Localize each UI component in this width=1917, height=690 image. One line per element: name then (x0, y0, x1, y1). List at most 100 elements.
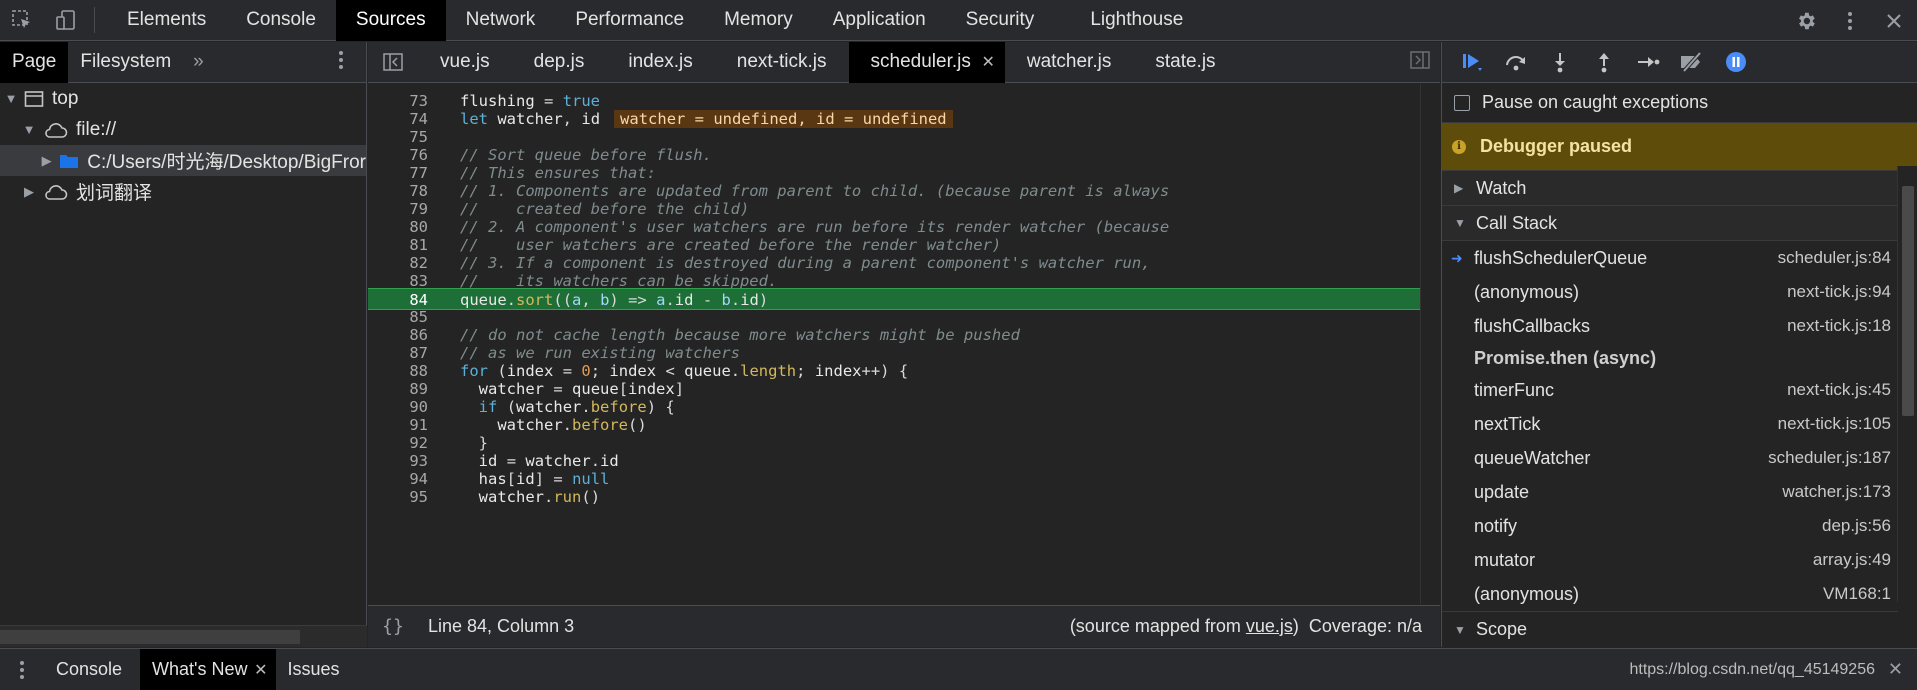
more-options-icon[interactable] (1835, 6, 1865, 36)
pause-on-caught-exceptions[interactable]: Pause on caught exceptions (1442, 83, 1917, 123)
file-navigator: Page Filesystem » ▼ top ▼ file:// ▶ C:/U… (0, 41, 367, 647)
frame-function-name: (anonymous) (1474, 281, 1580, 302)
file-tab-vue[interactable]: vue.js (418, 42, 512, 83)
tree-item-file[interactable]: ▼ file:// (0, 114, 366, 145)
source-map-suffix: ) (1292, 616, 1299, 636)
file-tab-state[interactable]: state.js (1133, 42, 1237, 83)
watch-section-header[interactable]: ▶ Watch (1442, 171, 1917, 206)
inspect-element-icon[interactable] (0, 0, 44, 41)
source-map-link[interactable]: vue.js (1246, 616, 1293, 636)
frame-location[interactable]: scheduler.js:187 (1768, 448, 1891, 468)
debugger-vertical-scrollbar[interactable] (1897, 166, 1917, 602)
tab-security[interactable]: Security (946, 0, 1071, 41)
expanded-arrow-icon[interactable]: ▼ (4, 91, 18, 106)
collapsed-arrow-icon[interactable]: ▶ (22, 184, 36, 200)
step-over-icon[interactable] (1494, 42, 1538, 83)
call-frame[interactable]: queueWatcher scheduler.js:187 (1442, 441, 1917, 475)
file-tab-index[interactable]: index.js (606, 42, 714, 83)
frame-location[interactable]: next-tick.js:105 (1778, 414, 1891, 434)
call-frame[interactable]: ➜ flushSchedulerQueue scheduler.js:84 (1442, 241, 1917, 275)
step-into-icon[interactable] (1538, 42, 1582, 83)
tab-sources[interactable]: Sources (335, 0, 446, 41)
call-frame[interactable]: mutator array.js:49 (1442, 543, 1917, 577)
file-tab-watcher[interactable]: watcher.js (1005, 42, 1133, 83)
toggle-debugger-icon[interactable] (1410, 50, 1430, 74)
scope-section-header[interactable]: ▼ Scope (1442, 611, 1898, 647)
navigator-menu-icon[interactable] (316, 50, 366, 75)
navigator-tabs: Page Filesystem » (0, 41, 366, 83)
close-tab-icon[interactable]: ✕ (981, 52, 994, 72)
file-tab-scheduler[interactable]: scheduler.js ✕ (848, 41, 1005, 83)
frame-location[interactable]: dep.js:56 (1822, 516, 1891, 536)
frame-function-name: Promise.then (async) (1474, 347, 1657, 368)
call-stack-list: ➜ flushSchedulerQueue scheduler.js:84 (anon… (1442, 241, 1917, 611)
close-tab-icon[interactable]: ✕ (254, 660, 267, 680)
frame-location[interactable]: VM168:1 (1823, 584, 1891, 604)
call-frame[interactable]: flushCallbacks next-tick.js:18 (1442, 309, 1917, 343)
async-separator: Promise.then (async) (1442, 343, 1917, 373)
frame-location[interactable]: next-tick.js:94 (1787, 282, 1891, 302)
frame-function-name: (anonymous) (1474, 583, 1580, 604)
resume-icon[interactable] (1450, 42, 1494, 83)
frame-location[interactable]: array.js:49 (1813, 550, 1891, 570)
step-icon[interactable] (1626, 42, 1670, 83)
navigator-horizontal-scrollbar[interactable] (0, 625, 367, 647)
tree-item-top[interactable]: ▼ top (0, 83, 366, 114)
drawer-tab-console[interactable]: Console (44, 649, 140, 690)
device-toggle-icon[interactable] (44, 0, 88, 41)
tree-item-folder[interactable]: ▶ C:/Users/时光海/Desktop/BigFror (0, 145, 366, 176)
call-frame[interactable]: update watcher.js:173 (1442, 475, 1917, 509)
frame-function-name: queueWatcher (1474, 447, 1591, 468)
deactivate-breakpoints-icon[interactable] (1670, 42, 1714, 83)
pause-caught-checkbox[interactable] (1454, 94, 1470, 111)
call-frame[interactable]: nextTick next-tick.js:105 (1442, 407, 1917, 441)
scrollbar-thumb[interactable] (0, 630, 300, 644)
tree-item-label: C:/Users/时光海/Desktop/BigFror (87, 152, 366, 173)
expanded-arrow-icon[interactable]: ▼ (22, 122, 36, 137)
pretty-print-button[interactable]: {} (368, 616, 418, 637)
drawer-tab-whats-new[interactable]: What's New ✕ (140, 648, 276, 690)
toggle-navigator-icon[interactable] (368, 53, 418, 71)
pause-caught-label: Pause on caught exceptions (1482, 92, 1709, 112)
frame-location[interactable]: next-tick.js:18 (1787, 316, 1891, 336)
scrollbar-thumb[interactable] (1902, 186, 1914, 416)
tab-elements[interactable]: Elements (107, 0, 226, 41)
file-tab-next-tick[interactable]: next-tick.js (715, 42, 849, 83)
drawer-menu-icon[interactable] (0, 660, 44, 680)
frame-location[interactable]: scheduler.js:84 (1778, 248, 1891, 268)
frame-location[interactable]: next-tick.js:45 (1787, 380, 1891, 400)
frame-location[interactable]: watcher.js:173 (1782, 482, 1891, 502)
file-tab-dep[interactable]: dep.js (512, 42, 607, 83)
tab-memory[interactable]: Memory (704, 0, 813, 41)
close-drawer-icon[interactable]: ✕ (1888, 659, 1903, 680)
coverage-info: Coverage: n/a (1308, 616, 1422, 636)
line-number[interactable]: 95 (368, 486, 428, 508)
tab-lighthouse[interactable]: Lighthouse (1070, 0, 1203, 41)
tab-network[interactable]: Network (446, 0, 556, 41)
call-frame[interactable]: timerFunc next-tick.js:45 (1442, 373, 1917, 407)
tree-item-label: top (52, 87, 79, 109)
tab-page[interactable]: Page (0, 41, 69, 83)
call-stack-section-header[interactable]: ▼ Call Stack (1442, 206, 1917, 241)
code-line[interactable]: 95 watcher.run() (368, 486, 1420, 508)
call-frame[interactable]: (anonymous) VM168:1 (1442, 577, 1917, 611)
frame-function-name: flushSchedulerQueue (1474, 247, 1648, 268)
editor-status-bar: {} Line 84, Column 3 (source mapped from… (368, 605, 1440, 647)
code-area[interactable]: 73 flushing = true 74 let watcher, id watche… (368, 84, 1440, 604)
settings-gear-icon[interactable] (1791, 6, 1821, 36)
tab-performance[interactable]: Performance (555, 0, 704, 41)
step-out-icon[interactable] (1582, 42, 1626, 83)
close-devtools-icon[interactable] (1879, 6, 1909, 36)
tab-console[interactable]: Console (226, 0, 336, 41)
editor-vertical-scrollbar[interactable] (1420, 84, 1440, 604)
call-frame[interactable]: (anonymous) next-tick.js:94 (1442, 275, 1917, 309)
tab-application[interactable]: Application (813, 0, 946, 41)
more-tabs-icon[interactable]: » (183, 42, 214, 83)
collapsed-arrow-icon[interactable]: ▶ (40, 153, 53, 169)
cursor-position: Line 84, Column 3 (428, 616, 575, 636)
call-frame[interactable]: notify dep.js:56 (1442, 509, 1917, 543)
drawer-tab-issues[interactable]: Issues (276, 649, 352, 690)
tab-filesystem[interactable]: Filesystem (68, 42, 183, 83)
tree-item-extension[interactable]: ▶ 划词翻译 (0, 176, 366, 207)
pause-on-exceptions-icon[interactable] (1714, 42, 1758, 83)
